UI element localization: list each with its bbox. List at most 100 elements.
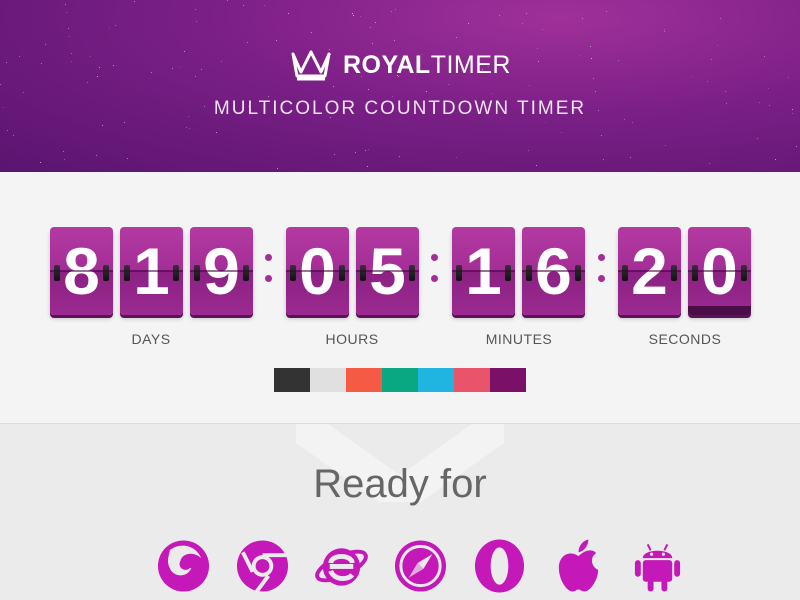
star xyxy=(774,159,776,161)
color-swatch-5[interactable] xyxy=(418,368,454,392)
star xyxy=(63,159,65,161)
hours-digit-1: 0 xyxy=(286,227,349,315)
star xyxy=(499,14,501,16)
color-swatch-4[interactable] xyxy=(382,368,418,392)
star xyxy=(491,92,493,94)
star xyxy=(664,29,666,30)
minutes-digit-1: 1 xyxy=(452,227,515,315)
ready-title: Ready for xyxy=(313,462,487,506)
star xyxy=(23,92,25,94)
star xyxy=(724,90,726,92)
star xyxy=(6,130,8,132)
star xyxy=(375,21,377,23)
star xyxy=(66,11,68,13)
star xyxy=(0,83,2,85)
star xyxy=(216,131,218,133)
flip-hinge xyxy=(243,265,249,281)
star xyxy=(333,153,335,155)
color-swatch-2[interactable] xyxy=(310,368,346,392)
colon-separator xyxy=(431,254,439,296)
seconds-digit-2: 0 xyxy=(688,227,751,315)
star xyxy=(311,31,313,33)
star xyxy=(264,4,266,6)
star xyxy=(393,39,395,41)
star xyxy=(390,11,392,13)
countdown-panel: 8 1 9 0 5 1 6 2 0 DAYS HOURS MINUTES SEC… xyxy=(0,172,800,424)
star xyxy=(528,149,530,151)
apple-icon xyxy=(558,539,599,592)
star xyxy=(355,151,357,153)
star xyxy=(664,30,666,32)
platform-icons xyxy=(156,536,685,594)
star xyxy=(395,8,397,10)
chrome-icon xyxy=(236,540,289,593)
color-swatch-3[interactable] xyxy=(346,368,382,392)
star xyxy=(605,11,607,13)
star xyxy=(603,159,605,161)
days-digit-1: 8 xyxy=(50,227,113,315)
flip-hinge xyxy=(671,265,677,281)
minutes-digit-2: 6 xyxy=(522,227,585,315)
flip-hinge xyxy=(194,265,200,281)
colon-separator xyxy=(598,254,606,296)
star xyxy=(525,13,527,15)
star xyxy=(133,0,135,2)
star xyxy=(247,41,249,43)
seconds-digit-1: 2 xyxy=(618,227,681,315)
star xyxy=(45,44,47,46)
flip-hinge xyxy=(103,265,109,281)
star xyxy=(632,121,634,123)
star xyxy=(756,138,758,140)
star xyxy=(365,150,366,152)
star xyxy=(186,127,188,129)
days-label: DAYS xyxy=(131,331,171,347)
star xyxy=(528,84,530,86)
star xyxy=(194,8,196,10)
star xyxy=(709,163,711,165)
star xyxy=(65,3,67,5)
star xyxy=(717,45,718,47)
star xyxy=(115,25,117,27)
star xyxy=(594,90,596,92)
star xyxy=(399,155,401,157)
star xyxy=(360,15,362,17)
color-swatch-7[interactable] xyxy=(490,368,526,392)
star xyxy=(101,125,103,127)
star xyxy=(127,158,129,160)
hours-digit-2: 5 xyxy=(356,227,419,315)
star xyxy=(600,134,602,136)
internet-explorer-icon xyxy=(315,548,368,586)
star xyxy=(629,157,631,159)
days-digit-2: 1 xyxy=(120,227,183,315)
star xyxy=(352,12,354,14)
color-picker xyxy=(274,368,526,392)
star xyxy=(332,85,334,87)
star xyxy=(68,36,70,38)
color-swatch-6[interactable] xyxy=(454,368,490,392)
color-swatch-1[interactable] xyxy=(274,368,310,392)
flip-hinge xyxy=(54,265,60,281)
star xyxy=(352,15,354,17)
star xyxy=(720,18,722,20)
flip-hinge xyxy=(173,265,179,281)
flip-hinge xyxy=(622,265,628,281)
safari-icon xyxy=(394,540,447,592)
flip-hinge xyxy=(692,265,698,281)
star xyxy=(243,5,245,7)
flip-hinge xyxy=(124,265,130,281)
star xyxy=(368,148,370,150)
ready-section: Ready for xyxy=(0,424,800,600)
star xyxy=(276,39,277,41)
flip-hinge xyxy=(575,265,581,281)
star xyxy=(455,37,457,39)
star xyxy=(795,145,797,147)
flip-hinge xyxy=(290,265,296,281)
flip-hinge xyxy=(526,265,532,281)
star xyxy=(368,88,370,90)
star xyxy=(371,43,373,45)
star xyxy=(227,0,229,1)
starfield-background xyxy=(0,0,800,172)
flip-hinge xyxy=(339,265,345,281)
star xyxy=(268,95,270,97)
star xyxy=(109,28,111,30)
